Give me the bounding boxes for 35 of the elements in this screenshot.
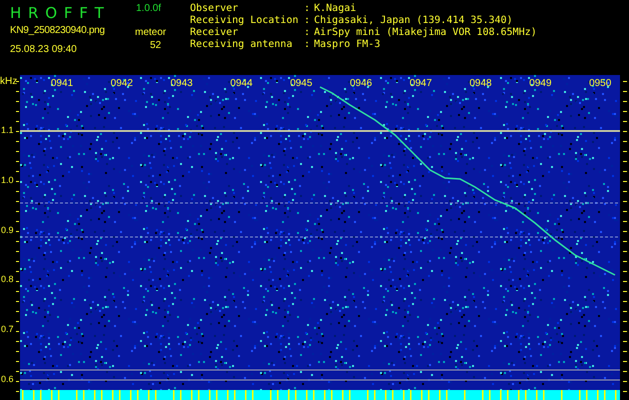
info-label: Receiver — [190, 27, 240, 39]
info-value: K.Nagai — [314, 3, 358, 15]
info-label: Observer — [190, 3, 240, 15]
axis-label: 0.6 — [1, 374, 14, 384]
info-label: Receiving Location — [190, 15, 300, 27]
time-label: 0950 — [589, 78, 612, 89]
axis-label: 0.8 — [1, 274, 14, 284]
time-label: 0949 — [529, 78, 552, 89]
meteor-count: 52 — [150, 40, 162, 51]
meteor-label: meteor — [135, 27, 166, 38]
info-value: Maspro FM-3 — [314, 39, 382, 51]
axis-unit: kHz — [0, 76, 18, 87]
info-separator: : — [304, 39, 312, 51]
info-separator: : — [304, 3, 312, 15]
version-label: 1.0.0f — [136, 3, 162, 14]
time-label: 0948 — [469, 78, 492, 89]
info-value: Chigasaki, Japan (139.414 35.340) — [314, 15, 514, 27]
axis-label: 1.1 — [1, 125, 14, 135]
time-label: 0944 — [230, 78, 253, 89]
info-label: Receiving antenna — [190, 39, 294, 51]
time-label: 0942 — [110, 78, 133, 89]
axis-label: 0.7 — [1, 324, 14, 334]
axis-label: 1.0 — [1, 174, 14, 185]
app-title: H R O F F T — [10, 4, 106, 22]
time-label: 0945 — [290, 78, 312, 89]
info-separator: : — [304, 15, 312, 27]
timestamp: 25.08.23 09:40 — [10, 44, 78, 55]
file-name: KN9_2508230940.png — [10, 25, 106, 36]
time-label: 0947 — [410, 78, 432, 89]
axis-label: 0.9 — [1, 224, 14, 235]
time-label: 0946 — [350, 78, 372, 89]
time-label: 0941 — [50, 78, 74, 89]
time-label: 0943 — [170, 78, 193, 89]
info-separator: : — [304, 27, 312, 39]
info-value: AirSpy mini (Miakejima VOR 108.65MHz) — [314, 27, 537, 39]
